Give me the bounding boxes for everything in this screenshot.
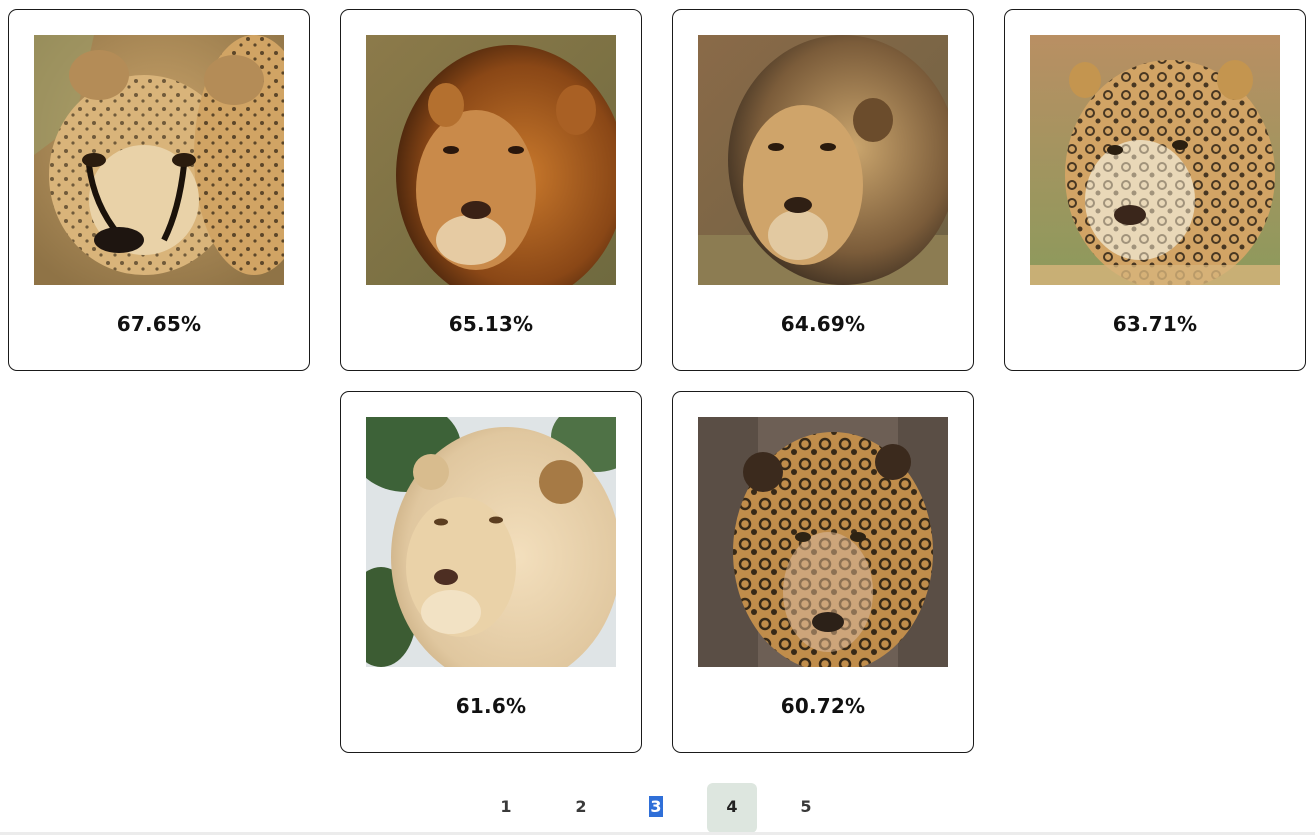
page-number-selected-text: 3 xyxy=(649,796,663,817)
result-card[interactable]: 61.6% xyxy=(340,391,642,753)
similarity-score: 61.6% xyxy=(455,694,527,718)
page-link-4-current[interactable]: 4 xyxy=(707,783,757,833)
results-page: 67.65% 65.13% 64.69% 63.71% 61.6% 60.72%… xyxy=(0,0,1315,835)
similarity-score: 65.13% xyxy=(448,312,534,336)
similarity-score: 63.71% xyxy=(1112,312,1198,336)
page-link-1[interactable]: 1 xyxy=(481,783,531,833)
similarity-score: 64.69% xyxy=(780,312,866,336)
page-link-5[interactable]: 5 xyxy=(781,783,831,833)
page-link-2[interactable]: 2 xyxy=(556,783,606,833)
result-card[interactable]: 65.13% xyxy=(340,9,642,371)
jaguar-image[interactable] xyxy=(1030,35,1280,285)
lion-image[interactable] xyxy=(366,35,616,285)
pagination: 1 2 3 4 5 xyxy=(0,783,1315,833)
similarity-score: 60.72% xyxy=(780,694,866,718)
jaguar-image[interactable] xyxy=(698,417,948,667)
page-number: 5 xyxy=(800,797,812,816)
page-number: 4 xyxy=(726,797,738,816)
similarity-score: 67.65% xyxy=(116,312,202,336)
results-grid: 67.65% 65.13% 64.69% 63.71% 61.6% 60.72% xyxy=(0,0,1315,780)
page-link-3[interactable]: 3 xyxy=(631,783,681,833)
lion-image[interactable] xyxy=(698,35,948,285)
page-number: 2 xyxy=(575,797,587,816)
white-lion-image[interactable] xyxy=(366,417,616,667)
result-card[interactable]: 67.65% xyxy=(8,9,310,371)
result-card[interactable]: 60.72% xyxy=(672,391,974,753)
result-card[interactable]: 63.71% xyxy=(1004,9,1306,371)
page-number: 1 xyxy=(500,797,512,816)
cheetah-image[interactable] xyxy=(34,35,284,285)
result-card[interactable]: 64.69% xyxy=(672,9,974,371)
